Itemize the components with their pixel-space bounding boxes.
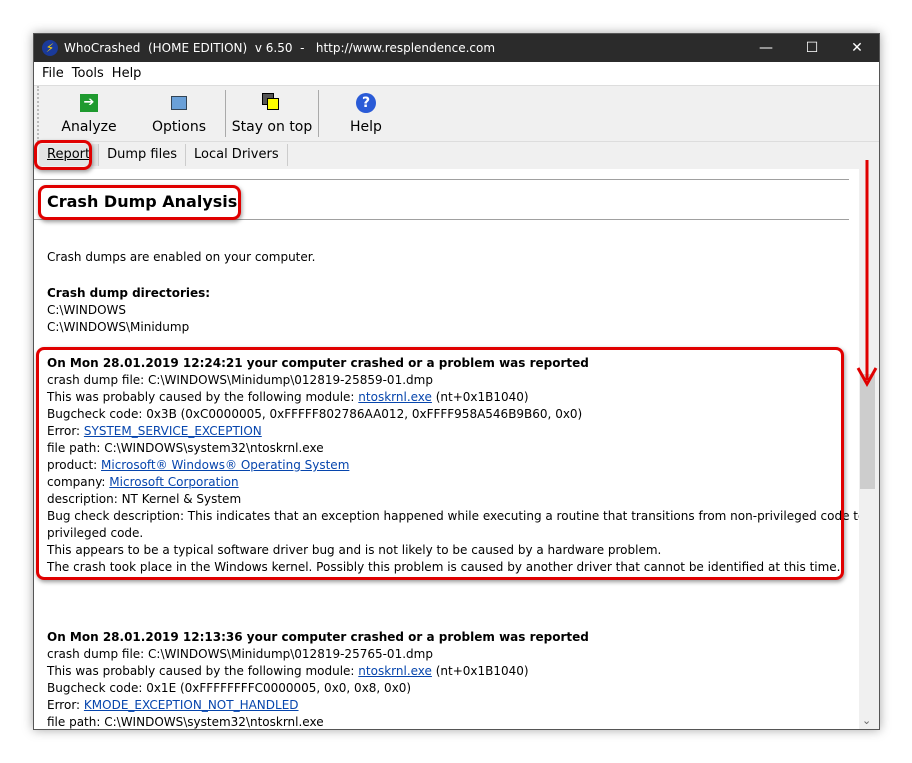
- cause-suffix: (nt+0x1B1040): [431, 664, 529, 678]
- stay-on-top-windows-icon: [262, 93, 282, 113]
- menu-file[interactable]: File: [42, 66, 64, 81]
- crash-error: Error: KMODE_EXCEPTION_NOT_HANDLED: [47, 697, 299, 714]
- tab-bar: Report Dump files Local Drivers: [34, 142, 879, 168]
- minimize-button[interactable]: —: [743, 34, 789, 62]
- annotation-heading: [38, 185, 241, 220]
- error-link[interactable]: KMODE_EXCEPTION_NOT_HANDLED: [84, 698, 299, 712]
- close-button[interactable]: ✕: [834, 34, 880, 62]
- annotation-crash-block: [36, 347, 844, 580]
- tab-local-drivers[interactable]: Local Drivers: [186, 144, 288, 166]
- tab-dump-files[interactable]: Dump files: [99, 144, 186, 166]
- menu-tools[interactable]: Tools: [72, 66, 104, 81]
- bugcheck-code: Bugcheck code: 0x1E (0xFFFFFFFFC0000005,…: [47, 681, 412, 695]
- crash-dump-file: crash dump file: C:\WINDOWS\Minidump\012…: [47, 647, 433, 661]
- dirs-label: Crash dump directories:: [47, 286, 211, 300]
- crash-title: On Mon 28.01.2019 12:13:36 your computer…: [47, 630, 589, 644]
- scrollbar-thumb[interactable]: [860, 374, 875, 489]
- help-question-icon: ?: [356, 93, 376, 113]
- annotation-arrow-down-icon: [856, 160, 878, 388]
- dumps-enabled-text: Crash dumps are enabled on your computer…: [47, 250, 316, 264]
- options-button[interactable]: Options: [133, 86, 225, 141]
- menu-bar: File Tools Help: [34, 62, 879, 86]
- menu-help[interactable]: Help: [112, 66, 142, 81]
- analyze-label: Analyze: [61, 119, 117, 135]
- divider: [34, 179, 849, 180]
- title-bar: ⚡ WhoCrashed (HOME EDITION) v 6.50 - htt…: [34, 34, 879, 62]
- cause-prefix: This was probably caused by the followin…: [47, 664, 359, 678]
- error-prefix: Error:: [47, 698, 84, 712]
- help-button[interactable]: ? Help: [319, 86, 413, 141]
- lightning-logo-icon: ⚡: [42, 40, 58, 56]
- maximize-button[interactable]: ☐: [789, 34, 835, 62]
- options-label: Options: [151, 119, 207, 135]
- dir-item: C:\WINDOWS: [47, 303, 127, 317]
- toolbar: ➔ Analyze Options Stay on top ? Help: [37, 86, 879, 142]
- scroll-down-icon[interactable]: ⌄: [862, 714, 871, 727]
- crash-cause: This was probably caused by the followin…: [47, 663, 529, 680]
- window-title: WhoCrashed (HOME EDITION) v 6.50 - http:…: [64, 41, 496, 55]
- arrow-right-icon: ➔: [79, 93, 99, 113]
- file-path: file path: C:\WINDOWS\system32\ntoskrnl.…: [47, 715, 324, 729]
- module-link[interactable]: ntoskrnl.exe: [358, 664, 432, 678]
- stay-on-top-button[interactable]: Stay on top: [226, 86, 318, 141]
- options-monitor-icon: [169, 93, 189, 113]
- help-label: Help: [350, 119, 382, 135]
- stay-on-top-label: Stay on top: [231, 119, 313, 135]
- dir-item: C:\WINDOWS\Minidump: [47, 320, 190, 334]
- analyze-button[interactable]: ➔ Analyze: [45, 86, 133, 141]
- annotation-report-tab: [34, 140, 92, 170]
